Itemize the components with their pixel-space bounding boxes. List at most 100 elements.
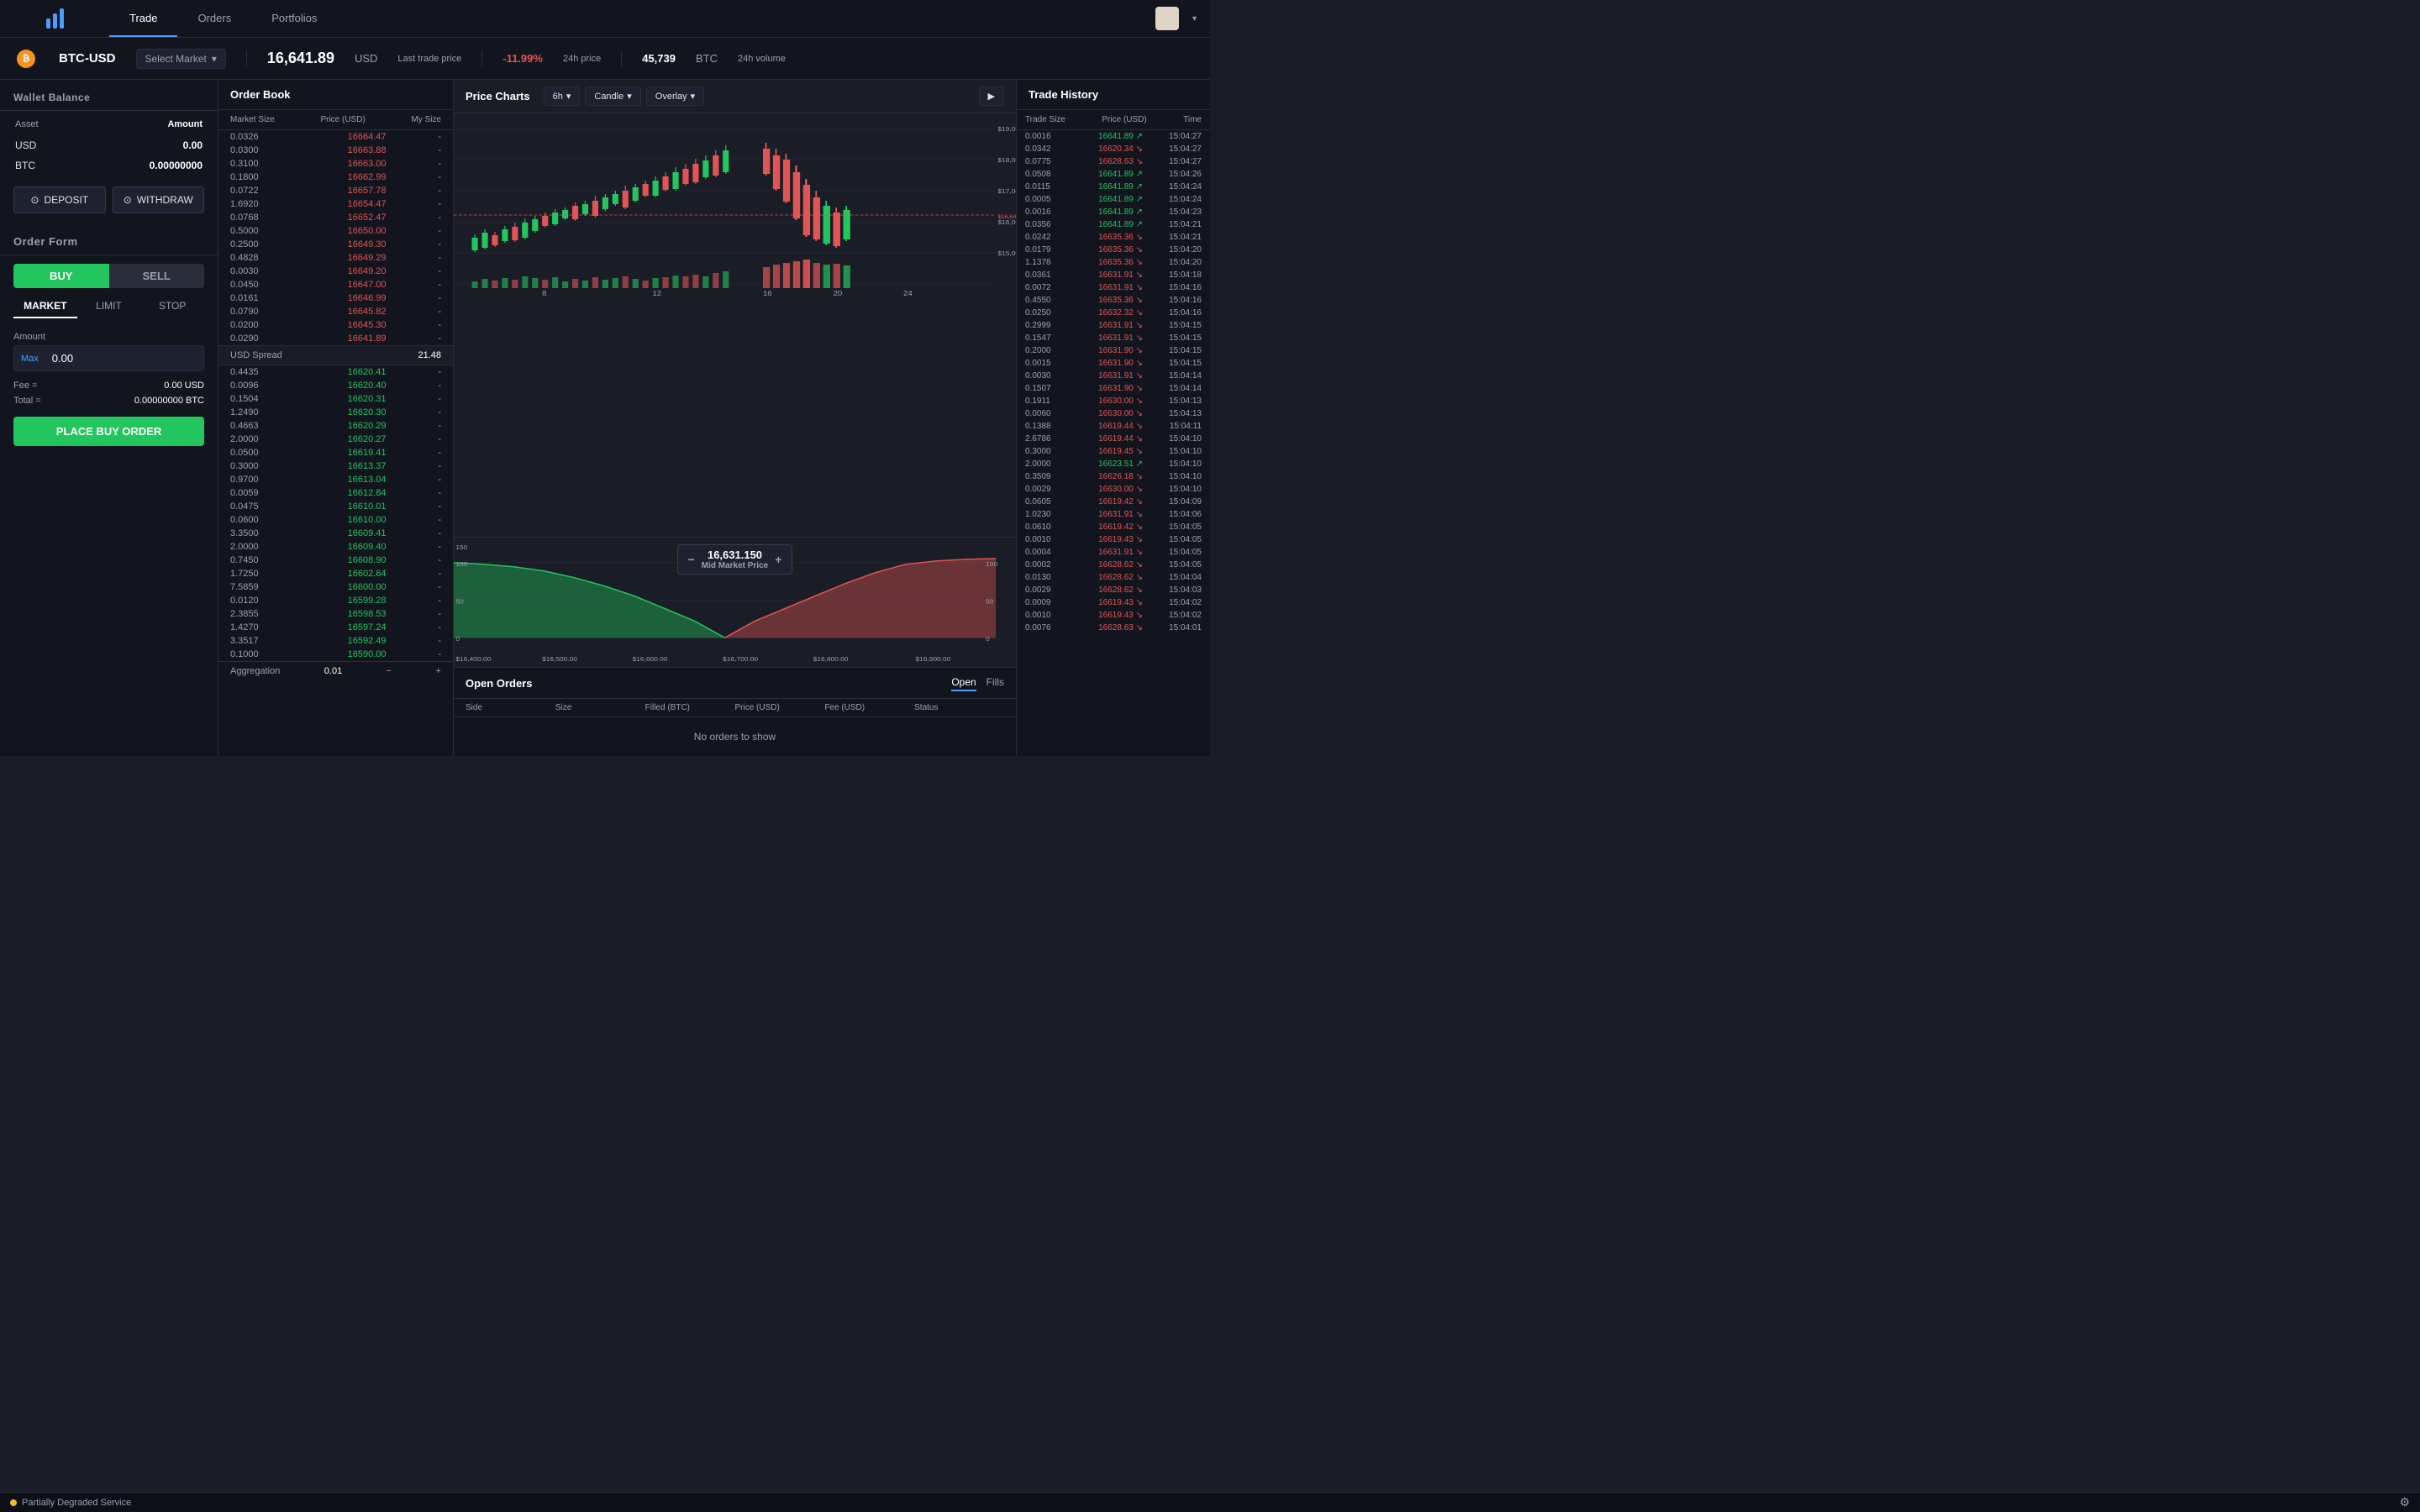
order-type-market[interactable]: MARKET — [13, 295, 77, 318]
expand-chart-button[interactable]: ▶ — [979, 87, 1004, 106]
max-link[interactable]: Max — [14, 348, 45, 370]
buy-button[interactable]: BUY — [13, 264, 109, 288]
trade-history-row: 0.4550 16635.36 ↘ 15:04:16 — [1017, 294, 1210, 307]
trade-size: 2.0000 — [1025, 459, 1071, 469]
withdraw-icon: ⊙ — [124, 194, 132, 206]
trade-time: 15:04:27 — [1155, 144, 1202, 154]
agg-minus[interactable]: − — [387, 666, 392, 676]
logo — [0, 8, 109, 29]
trade-size: 0.0361 — [1025, 270, 1071, 280]
sidebar: Wallet Balance Asset Amount USD 0.00 BTC… — [0, 80, 218, 756]
agg-plus[interactable]: + — [436, 666, 441, 676]
order-book-bid-row: 0.0096 16620.40 - — [218, 379, 453, 392]
overlay-button[interactable]: Overlay ▾ — [646, 87, 704, 106]
trade-price: 16641.89 ↗ — [1084, 195, 1143, 204]
candle-button[interactable]: Candle ▾ — [585, 87, 640, 106]
trade-price: 16628.62 ↘ — [1084, 585, 1143, 595]
bid-size: 1.2490 — [230, 407, 289, 417]
order-book-ask-row: 0.1800 16662.99 - — [218, 171, 453, 184]
wallet-balance-title: Wallet Balance — [0, 80, 218, 111]
aggregation-value: 0.01 — [324, 666, 342, 676]
trade-history-row: 0.0179 16635.36 ↘ 15:04:20 — [1017, 244, 1210, 256]
order-type-limit[interactable]: LIMIT — [77, 295, 141, 318]
trade-price: 16635.36 ↘ — [1084, 245, 1143, 255]
settings-icon[interactable]: ⚙ — [2399, 1495, 2410, 1509]
trade-price: 16619.44 ↘ — [1084, 434, 1143, 444]
amount-input[interactable] — [45, 346, 204, 370]
sell-button[interactable]: SELL — [109, 264, 205, 288]
bid-mysize: - — [416, 394, 441, 404]
mid-price-minus[interactable]: − — [688, 553, 695, 566]
svg-text:16: 16 — [763, 290, 772, 297]
order-book-bid-row: 0.4663 16620.29 - — [218, 419, 453, 433]
select-market-chevron: ▾ — [212, 53, 217, 65]
status-text: Partially Degraded Service — [22, 1498, 131, 1508]
trade-size: 0.3000 — [1025, 447, 1071, 456]
timeframe-button[interactable]: 6h ▾ — [544, 87, 581, 106]
bid-mysize: - — [416, 649, 441, 659]
wallet-col-amount: Amount — [85, 113, 216, 134]
wallet-btc-row: BTC 0.00000000 — [2, 156, 216, 175]
svg-text:8: 8 — [542, 290, 546, 297]
total-value: 0.00000000 BTC — [134, 396, 204, 406]
order-book-bid-row: 1.4270 16597.24 - — [218, 621, 453, 634]
ob-col-size: Market Size — [230, 115, 275, 124]
trade-history-row: 0.0029 16628.62 ↘ 15:04:03 — [1017, 584, 1210, 596]
chevron-down-icon[interactable]: ▾ — [1192, 14, 1197, 24]
nav-tab-portfolios[interactable]: Portfolios — [251, 0, 337, 37]
ask-price: 16652.47 — [319, 213, 387, 223]
trade-size: 1.1378 — [1025, 258, 1071, 267]
nav-tab-trade[interactable]: Trade — [109, 0, 177, 37]
ask-price: 16649.20 — [319, 266, 387, 276]
order-book-title: Order Book — [218, 80, 453, 110]
order-type-stop[interactable]: STOP — [140, 295, 204, 318]
market-bar: ₿ BTC-USD Select Market ▾ 16,641.89 USD … — [0, 38, 1210, 80]
trade-size: 0.0016 — [1025, 207, 1071, 217]
bid-size: 3.3500 — [230, 528, 289, 538]
bid-size: 0.4663 — [230, 421, 289, 431]
oo-tab-fills[interactable]: Fills — [986, 675, 1004, 691]
select-market-button[interactable]: Select Market ▾ — [136, 49, 226, 69]
chart-title: Price Charts — [466, 90, 530, 102]
withdraw-button[interactable]: ⊙ WITHDRAW — [113, 186, 205, 213]
th-rows: 0.0016 16641.89 ↗ 15:04:27 0.0342 16620.… — [1017, 130, 1210, 756]
bid-mysize: - — [416, 381, 441, 391]
ask-price: 16650.00 — [319, 226, 387, 236]
bid-price: 16610.01 — [319, 501, 387, 512]
trade-history-row: 0.0010 16619.43 ↘ 15:04:05 — [1017, 533, 1210, 546]
trade-history-row: 0.0060 16630.00 ↘ 15:04:13 — [1017, 407, 1210, 420]
mid-price-plus[interactable]: + — [775, 553, 781, 566]
oo-title: Open Orders — [466, 677, 532, 690]
bid-size: 0.0120 — [230, 596, 289, 606]
user-avatar[interactable] — [1155, 7, 1179, 30]
trade-time: 15:04:10 — [1155, 434, 1202, 444]
trade-price: 16641.89 ↗ — [1084, 182, 1143, 192]
nav-right: ▾ — [1155, 7, 1210, 30]
aggregation-label: Aggregation — [230, 666, 280, 676]
trade-time: 15:04:15 — [1155, 333, 1202, 343]
bid-price: 16613.37 — [319, 461, 387, 471]
bid-mysize: - — [416, 582, 441, 592]
ask-price: 16641.89 — [319, 333, 387, 344]
trade-time: 15:04:05 — [1155, 535, 1202, 544]
ask-size: 0.0290 — [230, 333, 289, 344]
trade-time: 15:04:09 — [1155, 497, 1202, 507]
bid-size: 0.3000 — [230, 461, 289, 471]
trade-time: 15:04:27 — [1155, 132, 1202, 141]
ask-size: 0.3100 — [230, 159, 289, 169]
ask-mysize: - — [416, 253, 441, 263]
trade-history-row: 2.0000 16623.51 ↗ 15:04:10 — [1017, 458, 1210, 470]
trade-price: 16641.89 ↗ — [1084, 207, 1143, 217]
order-book-ask-row: 0.0768 16652.47 - — [218, 211, 453, 224]
trade-price: 16631.90 ↘ — [1084, 346, 1143, 355]
oo-tab-open[interactable]: Open — [951, 675, 976, 691]
logo-bar-2 — [53, 13, 57, 29]
trade-price: 16628.62 ↘ — [1084, 573, 1143, 582]
deposit-button[interactable]: ⊙ DEPOSIT — [13, 186, 106, 213]
place-order-button[interactable]: PLACE BUY ORDER — [13, 417, 204, 446]
status-bar: Partially Degraded Service ⚙ — [0, 1492, 2420, 1512]
deposit-icon: ⊙ — [30, 194, 39, 206]
svg-text:24: 24 — [903, 290, 913, 297]
bid-price: 16610.00 — [319, 515, 387, 525]
nav-tab-orders[interactable]: Orders — [177, 0, 251, 37]
